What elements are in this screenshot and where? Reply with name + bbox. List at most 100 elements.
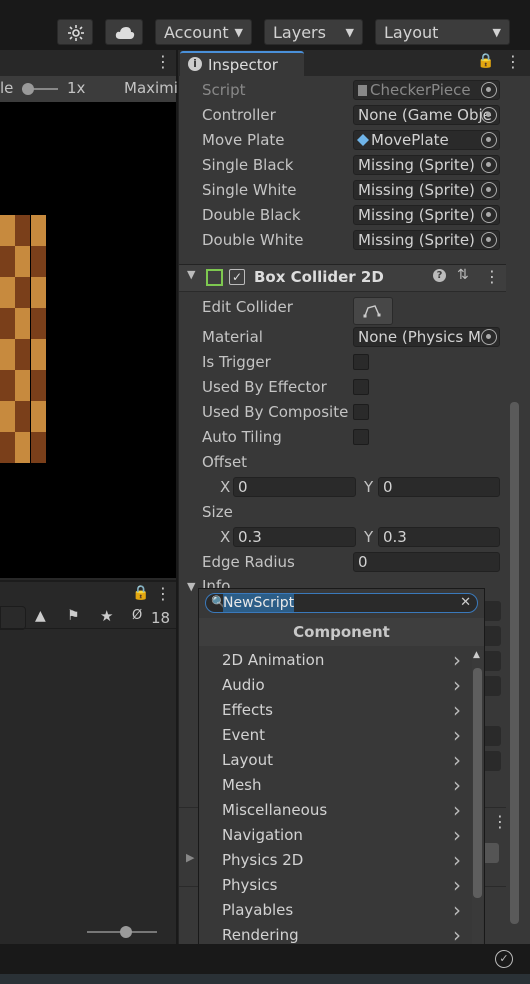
- scale-value: 1x: [67, 79, 86, 97]
- component-header[interactable]: ▼ ✓ Box Collider 2D ? ⇅ ⋮: [179, 264, 506, 292]
- field-value: None (Game Obje: [358, 106, 492, 124]
- maximize-toggle[interactable]: Maximi: [124, 79, 178, 97]
- layer-count: 18: [151, 609, 171, 627]
- material-label: Material: [202, 328, 263, 346]
- shapes-icon[interactable]: ▲: [35, 608, 46, 624]
- object-field[interactable]: Missing (Sprite): [353, 230, 500, 250]
- menu-item[interactable]: Physics 2D ›: [199, 848, 471, 872]
- checkbox[interactable]: [353, 404, 369, 420]
- hidden-field: [485, 651, 501, 671]
- field-value: Missing (Sprite): [358, 156, 475, 174]
- edit-collider-button[interactable]: [353, 297, 393, 325]
- clear-icon[interactable]: ✕: [460, 594, 471, 612]
- menu-item-label: Event: [222, 726, 265, 744]
- menu-item[interactable]: Miscellaneous ›: [199, 798, 471, 822]
- object-picker-icon[interactable]: [481, 157, 497, 173]
- hidden-icon[interactable]: Ø: [132, 608, 142, 623]
- checkbox[interactable]: [353, 354, 369, 370]
- checkbox[interactable]: [353, 429, 369, 445]
- star-icon[interactable]: ★: [100, 607, 113, 625]
- scroll-up-icon[interactable]: ▲: [473, 650, 480, 660]
- material-field[interactable]: None (Physics M: [353, 327, 500, 347]
- menu-item-label: Layout: [222, 751, 273, 769]
- account-label: Account: [164, 23, 229, 42]
- lock-icon[interactable]: 🔒: [477, 53, 494, 69]
- settings-button[interactable]: [57, 19, 93, 45]
- offset-x-field[interactable]: 0: [233, 477, 356, 497]
- zoom-slider[interactable]: [87, 926, 157, 938]
- menu-item[interactable]: Event ›: [199, 723, 471, 747]
- object-field[interactable]: Missing (Sprite): [353, 180, 500, 200]
- size-x-label: X: [220, 528, 231, 546]
- help-icon[interactable]: ?: [433, 269, 446, 282]
- menu-item-label: Audio: [222, 676, 265, 694]
- divider: [0, 628, 176, 629]
- menu-item[interactable]: Physics ›: [199, 873, 471, 897]
- settings-icon: [68, 25, 84, 41]
- zoom-slider-handle[interactable]: [120, 926, 132, 938]
- foldout-arrow-icon[interactable]: ▼: [187, 268, 195, 281]
- menu-item[interactable]: Navigation ›: [199, 823, 471, 847]
- object-picker-icon[interactable]: [481, 107, 497, 123]
- edge-radius-field[interactable]: 0: [353, 552, 500, 572]
- object-picker-icon[interactable]: [481, 132, 497, 148]
- taskbar-strip: [0, 974, 530, 984]
- chevron-down-icon: ▼: [492, 26, 501, 39]
- lock-icon[interactable]: 🔒: [132, 585, 149, 601]
- object-picker-icon[interactable]: [481, 329, 497, 345]
- hidden-field: [485, 751, 501, 771]
- chevron-right-icon: ›: [453, 823, 461, 847]
- foldout-arrow-icon[interactable]: ▶: [186, 851, 194, 864]
- enabled-checkbox[interactable]: ✓: [229, 269, 245, 285]
- object-field[interactable]: None (Game Obje: [353, 105, 500, 125]
- foldout-arrow-icon[interactable]: ▼: [187, 580, 195, 593]
- more-options-icon[interactable]: ⋮: [484, 267, 500, 286]
- object-picker-icon[interactable]: [481, 207, 497, 223]
- menu-item[interactable]: Layout ›: [199, 748, 471, 772]
- checkbox[interactable]: [353, 379, 369, 395]
- more-options-icon[interactable]: ⋮: [155, 52, 171, 71]
- offset-y-field[interactable]: 0: [378, 477, 500, 497]
- board-square: [0, 215, 15, 246]
- object-field[interactable]: MovePlate: [353, 130, 500, 150]
- field-value: Missing (Sprite): [358, 231, 475, 249]
- component-search-input[interactable]: 🔍 NewScript ✕: [205, 593, 478, 613]
- menu-item[interactable]: 2D Animation ›: [199, 648, 471, 672]
- menu-item[interactable]: Audio ›: [199, 673, 471, 697]
- size-x-field[interactable]: 0.3: [233, 527, 356, 547]
- board-square: [15, 370, 30, 401]
- object-field[interactable]: Missing (Sprite): [353, 205, 500, 225]
- edge-radius-value: 0: [358, 553, 368, 571]
- more-options-icon[interactable]: ⋮: [155, 584, 171, 603]
- menu-item-label: 2D Animation: [222, 651, 325, 669]
- inspector-scrollbar[interactable]: [510, 402, 519, 924]
- scale-slider-handle[interactable]: [22, 83, 34, 95]
- object-picker-icon: [481, 82, 497, 98]
- object-field[interactable]: Missing (Sprite): [353, 155, 500, 175]
- scale-slider[interactable]: [22, 83, 58, 95]
- field-label: Controller: [202, 106, 276, 124]
- chevron-right-icon: ›: [453, 773, 461, 797]
- dropdown-scrollbar-thumb[interactable]: [473, 668, 482, 898]
- menu-item[interactable]: Effects ›: [199, 698, 471, 722]
- more-options-icon[interactable]: ⋮: [505, 52, 521, 71]
- board-square: [15, 246, 30, 277]
- size-y-field[interactable]: 0.3: [378, 527, 500, 547]
- game-view[interactable]: [0, 102, 176, 578]
- object-picker-icon[interactable]: [481, 232, 497, 248]
- preset-icon[interactable]: ⇅: [457, 267, 469, 283]
- menu-item-label: Physics: [222, 876, 278, 894]
- menu-item[interactable]: Mesh ›: [199, 773, 471, 797]
- board-square: [15, 277, 30, 308]
- menu-item[interactable]: Playables ›: [199, 898, 471, 922]
- tag-icon[interactable]: ⚑: [67, 608, 80, 624]
- search-input[interactable]: [0, 606, 26, 630]
- layers-label: Layers: [273, 23, 326, 42]
- tab-inspector[interactable]: i Inspector: [180, 51, 304, 78]
- more-options-icon[interactable]: ⋮: [492, 812, 508, 831]
- object-picker-icon[interactable]: [481, 182, 497, 198]
- layers-dropdown[interactable]: Layers ▼: [264, 19, 363, 45]
- layout-dropdown[interactable]: Layout ▼: [375, 19, 510, 45]
- cloud-button[interactable]: [105, 19, 143, 45]
- account-dropdown[interactable]: Account ▼: [155, 19, 252, 45]
